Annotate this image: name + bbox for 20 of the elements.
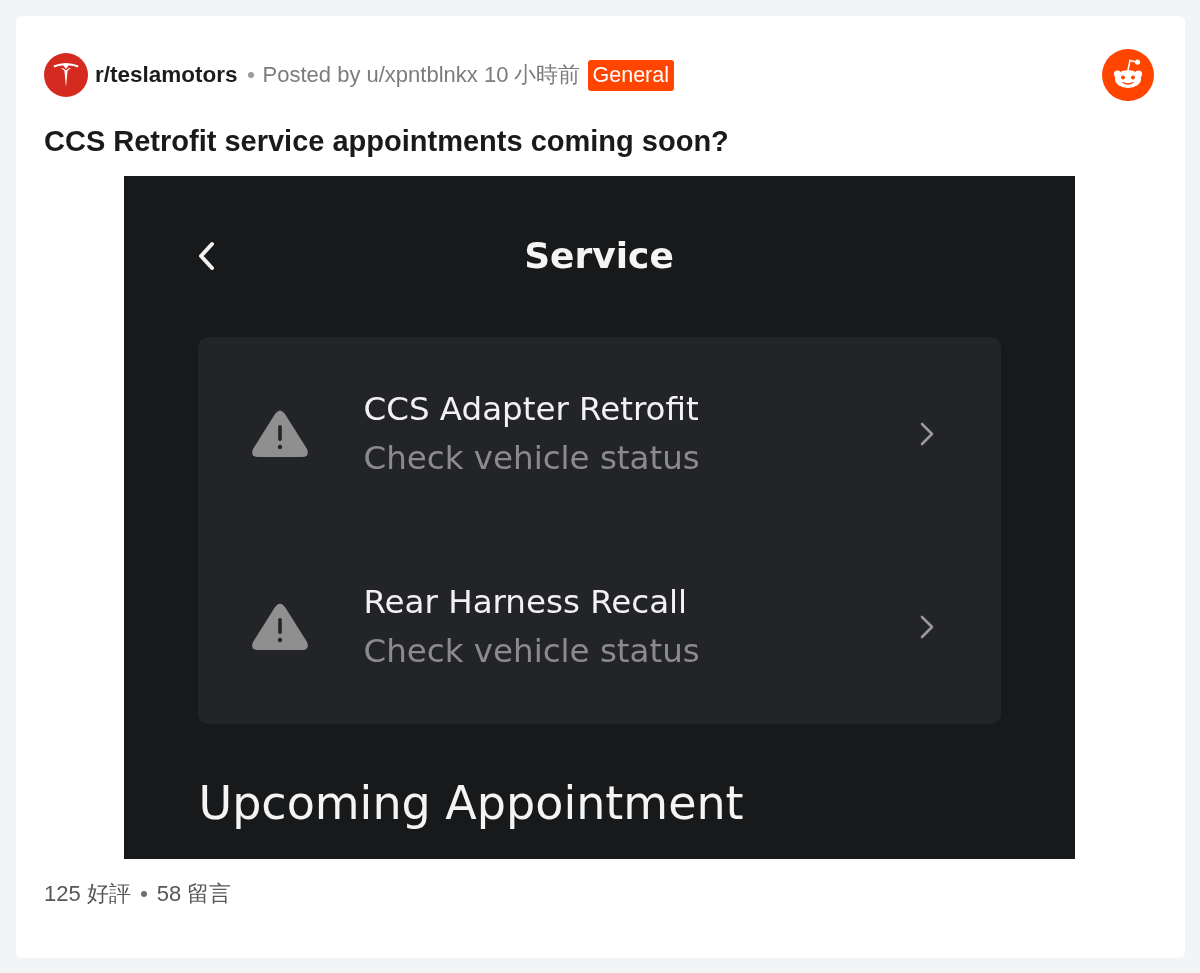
separator-dot-icon <box>247 72 254 78</box>
chevron-right-icon[interactable] <box>918 614 935 641</box>
item-status: Check vehicle status <box>363 437 701 479</box>
comment-count: 58 留言 <box>156 880 232 908</box>
community-logo-icon <box>44 53 88 97</box>
screen-title: Service <box>524 234 674 278</box>
separator-dot-icon <box>140 891 147 897</box>
mascot-logo-icon <box>1102 49 1154 101</box>
item-status: Check vehicle status <box>363 631 701 673</box>
item-title: Rear Harness Recall <box>363 582 689 624</box>
subreddit-name[interactable]: r/teslamotors <box>95 62 238 88</box>
warning-icon <box>249 602 310 653</box>
warning-icon <box>249 408 310 459</box>
chevron-right-icon[interactable] <box>918 420 935 447</box>
post-byline: Posted by u/xpntblnkx 10 小時前 <box>262 61 581 89</box>
upvote-count: 125 好評 <box>44 880 131 908</box>
flair-tag: General <box>587 59 674 91</box>
section-heading: Upcoming Appointment <box>198 775 745 832</box>
post-title: CCS Retrofit service appointments coming soon? <box>44 124 730 158</box>
item-title: CCS Adapter Retrofit <box>363 388 700 430</box>
